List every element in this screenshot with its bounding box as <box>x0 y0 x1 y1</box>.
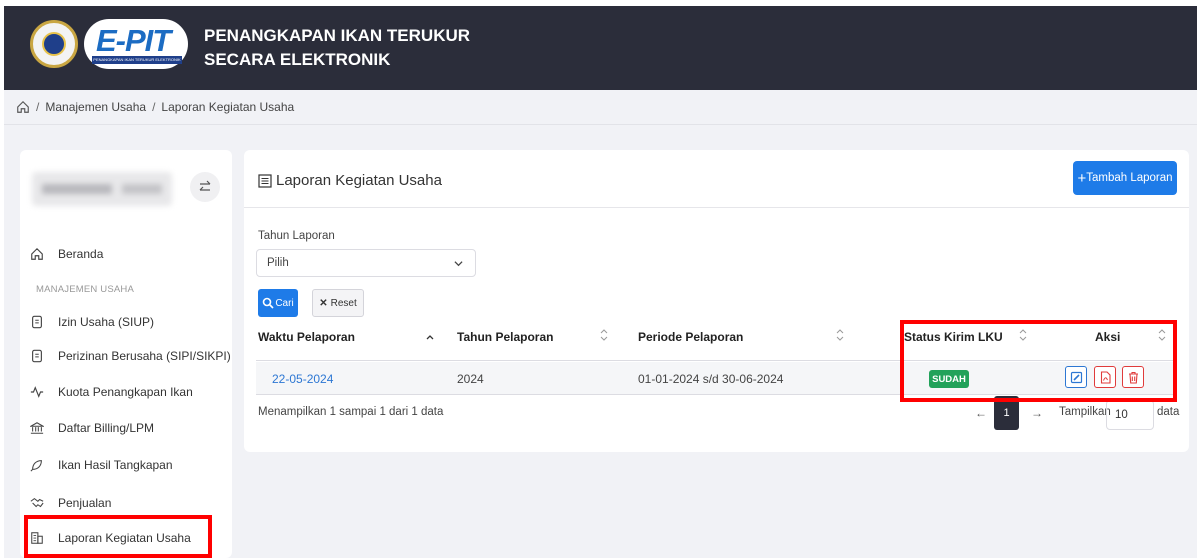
search-button[interactable]: Cari <box>258 289 298 317</box>
sort-icon[interactable] <box>836 328 844 342</box>
prev-page-button[interactable]: ← <box>975 406 987 420</box>
search-button-label: Cari <box>275 297 294 309</box>
sidebar: Beranda MANAJEMEN USAHA Izin Usaha (SIUP… <box>20 150 232 558</box>
breadcrumb-divider <box>4 124 1197 125</box>
sidebar-item-ikan-hasil[interactable]: Ikan Hasil Tangkapan <box>30 452 173 478</box>
sidebar-item-beranda[interactable]: Beranda <box>30 241 103 267</box>
sidebar-item-label: Penjualan <box>58 496 112 510</box>
breadcrumb-item-manajemen-usaha[interactable]: Manajemen Usaha <box>45 100 146 114</box>
table-info: Menampilkan 1 sampai 1 dari 1 data <box>258 406 444 418</box>
logo-text: E-PIT <box>96 23 171 58</box>
breadcrumb-separator: / <box>36 100 40 114</box>
column-header-tahun[interactable]: Tahun Pelaporan <box>457 330 553 344</box>
home-icon <box>31 247 43 260</box>
search-icon <box>263 297 274 309</box>
app-title-line2: SECARA ELEKTRONIK <box>204 50 391 69</box>
filter-year-label: Tahun Laporan <box>258 230 335 242</box>
handshake-icon <box>30 497 44 508</box>
home-icon[interactable] <box>16 100 30 114</box>
sidebar-section-label: MANAJEMEN USAHA <box>36 284 135 295</box>
sidebar-item-label: Perizinan Berusaha (SIPI/SIKPI) <box>58 349 231 363</box>
cell-tahun: 2024 <box>457 372 484 386</box>
add-report-button[interactable]: + Tambah Laporan <box>1073 161 1177 195</box>
sidebar-collapse-button[interactable] <box>190 172 220 202</box>
sidebar-item-label: Daftar Billing/LPM <box>58 421 155 435</box>
sidebar-item-label: Ikan Hasil Tangkapan <box>58 458 173 472</box>
card-header: Laporan Kegiatan Usaha + Tambah Laporan <box>244 150 1189 208</box>
swap-arrows-icon <box>199 180 211 191</box>
per-page-suffix: data <box>1157 406 1180 418</box>
app-title: PENANGKAPAN IKAN TERUKUR SECARA ELEKTRON… <box>204 24 470 72</box>
sidebar-highlight-box <box>24 515 212 558</box>
fish-icon <box>30 460 42 472</box>
document-icon <box>32 349 42 363</box>
app-title-line1: PENANGKAPAN IKAN TERUKUR <box>204 26 471 45</box>
status-actions-highlight-box <box>900 320 1177 402</box>
epit-logo[interactable]: E-PIT PENANGKAPAN IKAN TERUKUR ELEKTRONI… <box>84 19 188 69</box>
list-box-icon <box>258 173 272 188</box>
per-page-input[interactable]: 10 <box>1106 400 1154 430</box>
cell-waktu[interactable]: 22-05-2024 <box>272 372 333 386</box>
next-page-button[interactable]: → <box>1031 406 1043 420</box>
card-title: Laporan Kegiatan Usaha <box>258 172 442 189</box>
sort-icon[interactable] <box>600 328 608 342</box>
cell-periode: 01-01-2024 s/d 30-06-2024 <box>638 372 784 386</box>
reset-button[interactable]: ✕ Reset <box>312 289 364 317</box>
sidebar-item-label: Beranda <box>58 247 104 261</box>
add-report-label: Tambah Laporan <box>1086 172 1173 184</box>
close-icon: ✕ <box>319 297 328 309</box>
ministry-emblem-icon <box>30 20 78 68</box>
bank-icon <box>30 422 44 434</box>
sidebar-item-izin-usaha[interactable]: Izin Usaha (SIUP) <box>30 309 154 335</box>
breadcrumb-item-laporan: Laporan Kegiatan Usaha <box>161 100 295 114</box>
sort-asc-icon[interactable] <box>426 332 434 346</box>
breadcrumb-separator: / <box>152 100 156 114</box>
column-header-waktu[interactable]: Waktu Pelaporan <box>258 330 355 344</box>
per-page-label: Tampilkan <box>1059 406 1111 418</box>
year-select[interactable]: Pilih <box>256 249 476 277</box>
logo-subtitle: PENANGKAPAN IKAN TERUKUR ELEKTRONIK <box>92 56 182 64</box>
main-card: Laporan Kegiatan Usaha + Tambah Laporan … <box>244 150 1189 452</box>
sidebar-item-kuota[interactable]: Kuota Penangkapan Ikan <box>30 379 193 405</box>
top-bar: E-PIT PENANGKAPAN IKAN TERUKUR ELEKTRONI… <box>4 6 1197 90</box>
sidebar-item-label: Izin Usaha (SIUP) <box>58 315 155 329</box>
year-select-value: Pilih <box>267 257 289 269</box>
chevron-down-icon <box>454 261 463 267</box>
sidebar-item-perizinan-berusaha[interactable]: Perizinan Berusaha (SIPI/SIKPI) <box>30 343 231 369</box>
column-header-periode[interactable]: Periode Pelaporan <box>638 330 743 344</box>
activity-icon <box>30 386 44 398</box>
sidebar-item-billing[interactable]: Daftar Billing/LPM <box>30 415 154 441</box>
sidebar-item-penjualan[interactable]: Penjualan <box>30 490 111 516</box>
app-screen: E-PIT PENANGKAPAN IKAN TERUKUR ELEKTRONI… <box>4 6 1197 558</box>
plus-icon: + <box>1077 169 1087 187</box>
reset-button-label: Reset <box>330 297 357 309</box>
card-title-text: Laporan Kegiatan Usaha <box>276 172 442 189</box>
breadcrumb: / Manajemen Usaha / Laporan Kegiatan Usa… <box>16 100 294 114</box>
document-icon <box>32 315 42 329</box>
sidebar-item-label: Kuota Penangkapan Ikan <box>58 385 193 399</box>
user-name-blurred <box>32 172 172 206</box>
